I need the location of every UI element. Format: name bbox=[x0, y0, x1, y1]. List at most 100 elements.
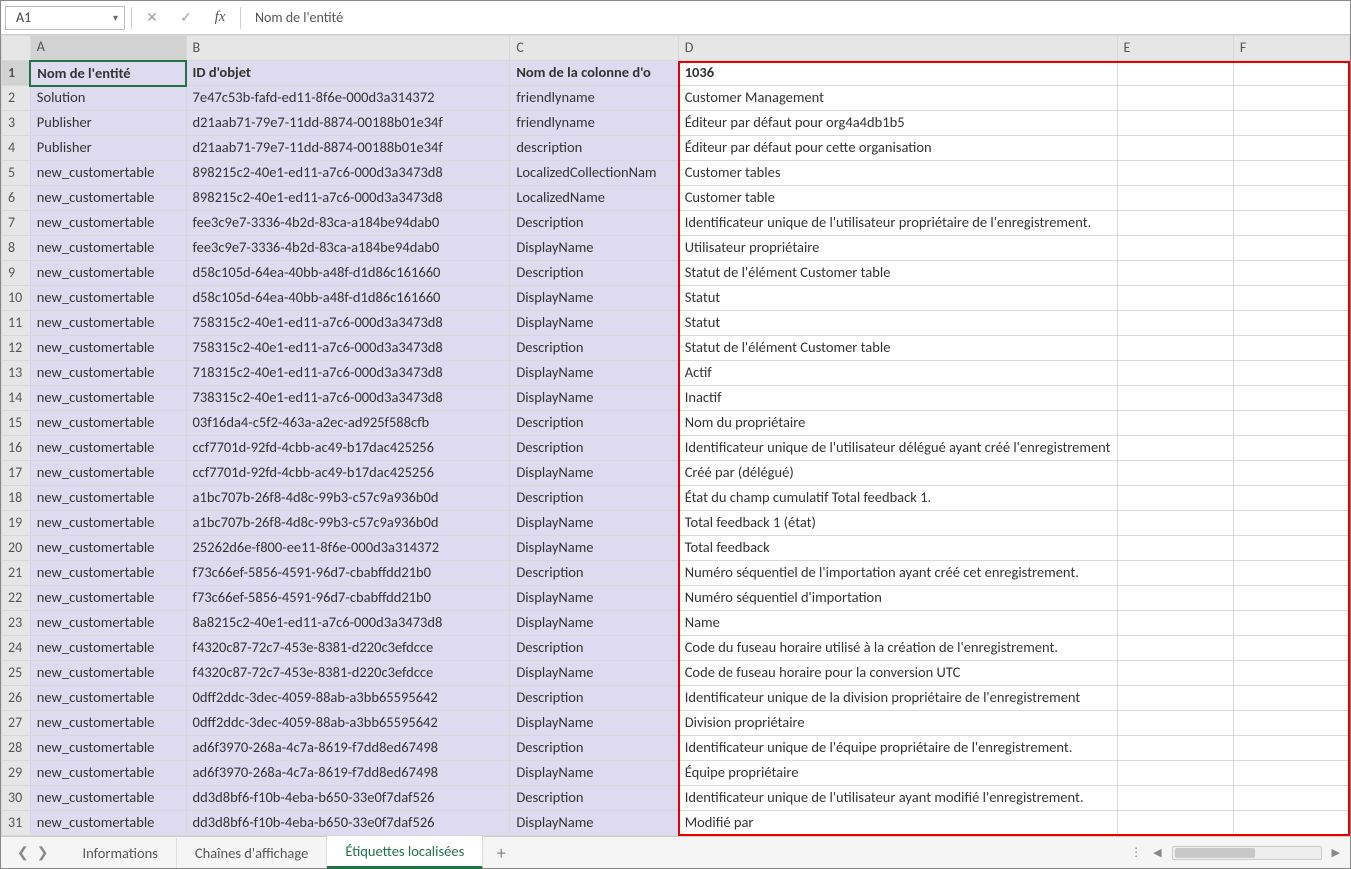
row-header[interactable]: 21 bbox=[2, 561, 31, 586]
cell[interactable] bbox=[1233, 186, 1349, 211]
cell[interactable] bbox=[1117, 686, 1233, 711]
cell[interactable]: Customer table bbox=[678, 186, 1117, 211]
cell[interactable]: DisplayName bbox=[510, 611, 678, 636]
cell[interactable]: Créé par (délégué) bbox=[678, 461, 1117, 486]
cell[interactable] bbox=[1117, 261, 1233, 286]
cell[interactable]: f73c66ef-5856-4591-96d7-cbabffdd21b0 bbox=[186, 586, 510, 611]
cell[interactable]: DisplayName bbox=[510, 236, 678, 261]
cell[interactable]: Customer tables bbox=[678, 161, 1117, 186]
cell[interactable] bbox=[1117, 211, 1233, 236]
cell[interactable]: Description bbox=[510, 486, 678, 511]
cell[interactable]: fee3c9e7-3336-4b2d-83ca-a184be94dab0 bbox=[186, 211, 510, 236]
tab-prev-button[interactable]: ❮ bbox=[17, 844, 29, 861]
cell[interactable]: 0dff2ddc-3dec-4059-88ab-a3bb65595642 bbox=[186, 711, 510, 736]
sheet-tab[interactable]: Étiquettes localisées bbox=[327, 836, 483, 869]
cell[interactable] bbox=[1233, 386, 1349, 411]
cell[interactable]: d58c105d-64ea-40bb-a48f-d1d86c161660 bbox=[186, 286, 510, 311]
cell[interactable]: a1bc707b-26f8-4d8c-99b3-c57c9a936b0d bbox=[186, 486, 510, 511]
cell[interactable]: Éditeur par défaut pour cette organisati… bbox=[678, 136, 1117, 161]
cell[interactable]: Code du fuseau horaire utilisé à la créa… bbox=[678, 636, 1117, 661]
cell[interactable]: DisplayName bbox=[510, 661, 678, 686]
cell[interactable]: new_customertable bbox=[30, 636, 186, 661]
cell[interactable]: Description bbox=[510, 786, 678, 811]
cell[interactable]: Description bbox=[510, 336, 678, 361]
cell[interactable] bbox=[1233, 711, 1349, 736]
row-header[interactable]: 30 bbox=[2, 786, 31, 811]
cell[interactable]: Statut bbox=[678, 311, 1117, 336]
row-header[interactable]: 31 bbox=[2, 811, 31, 836]
horizontal-scrollbar[interactable] bbox=[1172, 846, 1322, 860]
row-header[interactable]: 2 bbox=[2, 86, 31, 111]
row-header[interactable]: 29 bbox=[2, 761, 31, 786]
cell[interactable]: new_customertable bbox=[30, 286, 186, 311]
cell[interactable]: new_customertable bbox=[30, 411, 186, 436]
cell[interactable]: DisplayName bbox=[510, 386, 678, 411]
cell[interactable] bbox=[1233, 611, 1349, 636]
cell[interactable] bbox=[1117, 811, 1233, 836]
row-header[interactable]: 8 bbox=[2, 236, 31, 261]
cell[interactable]: DisplayName bbox=[510, 511, 678, 536]
cell[interactable] bbox=[1117, 336, 1233, 361]
row-header[interactable]: 19 bbox=[2, 511, 31, 536]
sheet-tab[interactable]: Informations bbox=[64, 838, 176, 868]
cell[interactable]: 898215c2-40e1-ed11-a7c6-000d3a3473d8 bbox=[186, 161, 510, 186]
cell[interactable] bbox=[1117, 561, 1233, 586]
cell[interactable]: ad6f3970-268a-4c7a-8619-f7dd8ed67498 bbox=[186, 736, 510, 761]
cell[interactable]: dd3d8bf6-f10b-4eba-b650-33e0f7daf526 bbox=[186, 786, 510, 811]
cell[interactable] bbox=[1117, 761, 1233, 786]
cell[interactable] bbox=[1117, 61, 1233, 86]
sheet-tab[interactable]: Chaînes d'affichage bbox=[177, 838, 327, 868]
column-header-F[interactable]: F bbox=[1233, 36, 1349, 61]
cell[interactable]: Name bbox=[678, 611, 1117, 636]
cell[interactable]: new_customertable bbox=[30, 561, 186, 586]
column-header-D[interactable]: D bbox=[678, 36, 1117, 61]
cell[interactable]: 8a8215c2-40e1-ed11-a7c6-000d3a3473d8 bbox=[186, 611, 510, 636]
cell[interactable] bbox=[1233, 511, 1349, 536]
row-header[interactable]: 27 bbox=[2, 711, 31, 736]
cell[interactable] bbox=[1117, 111, 1233, 136]
row-header[interactable]: 13 bbox=[2, 361, 31, 386]
cell[interactable]: description bbox=[510, 136, 678, 161]
tab-next-button[interactable]: ❯ bbox=[37, 844, 49, 861]
cell[interactable]: Numéro séquentiel d'importation bbox=[678, 586, 1117, 611]
fx-icon[interactable]: fx bbox=[206, 9, 234, 26]
cell[interactable]: Solution bbox=[30, 86, 186, 111]
cell[interactable]: 7e47c53b-fafd-ed11-8f6e-000d3a314372 bbox=[186, 86, 510, 111]
cell[interactable]: new_customertable bbox=[30, 511, 186, 536]
cell[interactable]: friendlyname bbox=[510, 111, 678, 136]
cell[interactable] bbox=[1233, 461, 1349, 486]
row-header[interactable]: 20 bbox=[2, 536, 31, 561]
cell[interactable]: Description bbox=[510, 636, 678, 661]
cell[interactable]: new_customertable bbox=[30, 361, 186, 386]
cell[interactable]: Identificateur unique de l'équipe propri… bbox=[678, 736, 1117, 761]
cell[interactable]: Division propriétaire bbox=[678, 711, 1117, 736]
cell[interactable]: 898215c2-40e1-ed11-a7c6-000d3a3473d8 bbox=[186, 186, 510, 211]
row-header[interactable]: 1 bbox=[2, 61, 31, 86]
hscroll-right-icon[interactable]: ▶ bbox=[1332, 846, 1340, 859]
cell[interactable]: new_customertable bbox=[30, 161, 186, 186]
cell[interactable] bbox=[1117, 486, 1233, 511]
cell[interactable]: 0dff2ddc-3dec-4059-88ab-a3bb65595642 bbox=[186, 686, 510, 711]
cell[interactable]: new_customertable bbox=[30, 661, 186, 686]
cell[interactable]: 738315c2-40e1-ed11-a7c6-000d3a3473d8 bbox=[186, 386, 510, 411]
cell[interactable]: dd3d8bf6-f10b-4eba-b650-33e0f7daf526 bbox=[186, 811, 510, 836]
cell[interactable]: Statut de l'élément Customer table bbox=[678, 336, 1117, 361]
cell[interactable] bbox=[1233, 436, 1349, 461]
cell[interactable]: Description bbox=[510, 436, 678, 461]
cell[interactable] bbox=[1117, 411, 1233, 436]
spreadsheet-grid[interactable]: ABCDEF1Nom de l'entitéID d'objetNom de l… bbox=[1, 35, 1350, 836]
cell[interactable] bbox=[1117, 386, 1233, 411]
row-header[interactable]: 10 bbox=[2, 286, 31, 311]
cell[interactable]: new_customertable bbox=[30, 311, 186, 336]
cell[interactable]: d21aab71-79e7-11dd-8874-00188b01e34f bbox=[186, 136, 510, 161]
cell[interactable]: ID d'objet bbox=[186, 61, 510, 86]
cell[interactable] bbox=[1233, 136, 1349, 161]
cell[interactable] bbox=[1117, 361, 1233, 386]
cell[interactable]: Customer Management bbox=[678, 86, 1117, 111]
cell[interactable] bbox=[1117, 236, 1233, 261]
cell[interactable]: DisplayName bbox=[510, 536, 678, 561]
cell[interactable]: new_customertable bbox=[30, 786, 186, 811]
cell[interactable] bbox=[1233, 161, 1349, 186]
cell[interactable]: Publisher bbox=[30, 136, 186, 161]
cell[interactable]: new_customertable bbox=[30, 211, 186, 236]
